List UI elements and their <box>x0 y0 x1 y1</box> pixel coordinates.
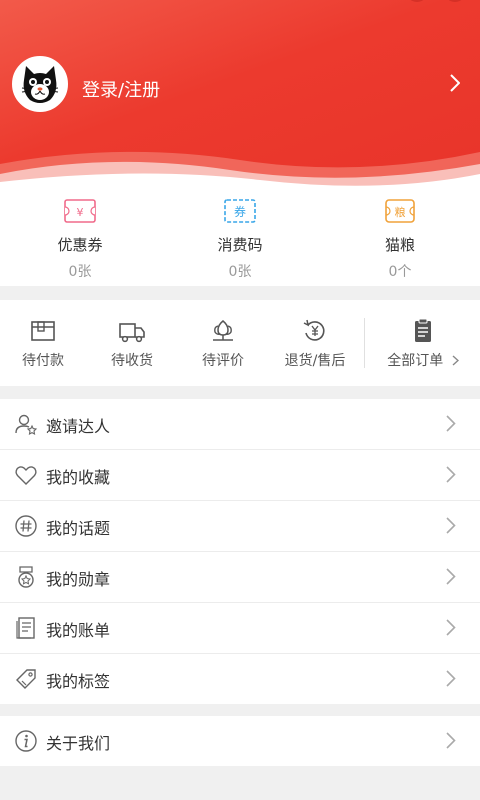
coupon-icon: ¥ <box>64 199 96 223</box>
hashtag-icon <box>15 515 37 537</box>
login-register-link[interactable]: 登录/注册 <box>82 76 160 102</box>
voucher-code-label: 消费码 <box>217 236 263 254</box>
voucher-glyph: 券 <box>234 204 246 219</box>
menu-item-bills[interactable]: 我的账单 <box>0 603 480 654</box>
heart-icon <box>15 466 37 485</box>
cat-food-label: 猫粮 <box>384 236 415 254</box>
status-decoration <box>400 0 480 2</box>
catfood-glyph: 粮 <box>395 205 406 219</box>
refund-icon <box>303 319 325 341</box>
cat-food-icon: 粮 <box>385 199 415 223</box>
menu-item-about[interactable]: 关于我们 <box>0 716 480 766</box>
chevron-right-icon <box>446 517 456 538</box>
order-pending-review-label: 待评价 <box>202 353 244 369</box>
orders-row: 待付款 待收货 待评价 退货/售后 全部订单 <box>0 300 480 386</box>
cat-food-count: 0个 <box>388 264 412 280</box>
menu-item-label: 我的勋章 <box>46 570 111 589</box>
cat-avatar-icon[interactable] <box>12 56 68 112</box>
voucher-code-entry[interactable]: 券 消费码 0张 <box>160 188 320 286</box>
orders-divider <box>364 318 365 368</box>
menu-item-label: 我的标签 <box>46 672 111 691</box>
clipboard-icon <box>415 318 431 342</box>
all-orders-button[interactable]: 全部订单 <box>366 300 480 386</box>
chevron-right-icon <box>446 670 456 691</box>
menu-item-label: 我的话题 <box>46 519 111 538</box>
chevron-right-icon <box>450 74 461 96</box>
chevron-right-icon <box>446 619 456 640</box>
login-row[interactable]: 登录/注册 <box>0 52 480 122</box>
flower-review-icon <box>213 320 233 341</box>
coupon-glyph: ¥ <box>77 206 84 219</box>
bill-icon <box>16 617 35 639</box>
menu-item-label: 关于我们 <box>46 734 111 753</box>
menu-list: 邀请达人 我的收藏 我的话题 我的勋章 我的账单 我的标签 <box>0 399 480 704</box>
assets-row: ¥ 优惠券 0张 券 消费码 0张 粮 猫粮 0个 <box>0 188 480 286</box>
order-pending-receipt[interactable]: 待收货 <box>88 300 176 386</box>
chevron-right-icon <box>446 466 456 487</box>
order-pending-receipt-label: 待收货 <box>111 353 153 369</box>
header-wave-decoration <box>0 151 480 190</box>
menu-item-tags[interactable]: 我的标签 <box>0 654 480 704</box>
about-section: 关于我们 <box>0 716 480 766</box>
voucher-code-icon: 券 <box>224 199 256 223</box>
pending-payment-icon <box>31 321 55 341</box>
menu-item-invite[interactable]: 邀请达人 <box>0 399 480 450</box>
chevron-right-icon <box>446 415 456 436</box>
all-orders-label: 全部订单 <box>387 353 444 369</box>
menu-item-label: 我的账单 <box>46 621 111 640</box>
order-pending-payment[interactable]: 待付款 <box>0 300 86 386</box>
profile-header: 登录/注册 <box>0 0 480 190</box>
menu-item-medals[interactable]: 我的勋章 <box>0 552 480 603</box>
voucher-code-count: 0张 <box>228 264 252 280</box>
menu-item-label: 我的收藏 <box>46 468 111 487</box>
medal-icon <box>18 566 34 588</box>
all-orders-label-row: 全部订单 <box>366 350 480 370</box>
truck-icon <box>119 323 145 343</box>
tag-icon <box>16 669 36 689</box>
coupon-label: 优惠券 <box>57 236 103 254</box>
chevron-right-icon <box>452 355 459 366</box>
order-refund-label: 退货/售后 <box>284 353 346 369</box>
invite-user-icon <box>15 414 38 436</box>
chevron-right-icon <box>446 568 456 589</box>
info-icon <box>15 730 37 752</box>
order-pending-payment-label: 待付款 <box>22 353 64 369</box>
cat-food-entry[interactable]: 粮 猫粮 0个 <box>320 188 480 286</box>
menu-item-favorites[interactable]: 我的收藏 <box>0 450 480 501</box>
coupon-entry[interactable]: ¥ 优惠券 0张 <box>0 188 160 286</box>
coupon-count: 0张 <box>68 264 92 280</box>
menu-item-label: 邀请达人 <box>46 417 111 436</box>
chevron-right-icon <box>446 732 456 753</box>
order-refund-aftersale[interactable]: 退货/售后 <box>270 300 360 386</box>
order-pending-review[interactable]: 待评价 <box>178 300 268 386</box>
menu-item-topics[interactable]: 我的话题 <box>0 501 480 552</box>
